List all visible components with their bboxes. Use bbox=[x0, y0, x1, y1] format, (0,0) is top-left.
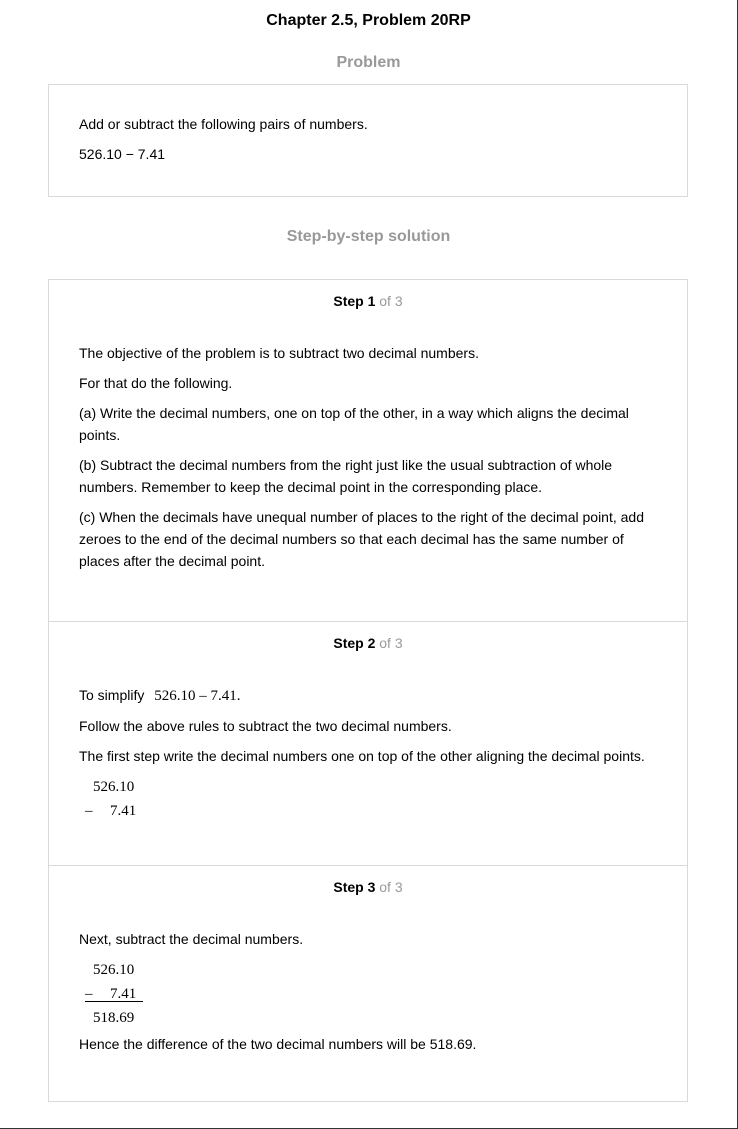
problem-heading: Problem bbox=[336, 54, 401, 71]
calc-top-number: 526.10 bbox=[93, 779, 135, 795]
step-label: Step 3 bbox=[333, 879, 376, 895]
solution-heading: Step-by-step solution bbox=[286, 228, 451, 245]
step-3-conclusion: Hence the difference of the two decimal … bbox=[79, 1036, 477, 1052]
step-2-intro-math: 526.10 – 7.41. bbox=[154, 688, 241, 704]
step-1-paragraph: (c) When the decimals have unequal numbe… bbox=[79, 509, 644, 569]
problem-box: Add or subtract the following pairs of n… bbox=[48, 84, 688, 197]
step-2-paragraph: Follow the above rules to subtract the t… bbox=[79, 718, 452, 734]
step-2-intro: To simplify 526.10 – 7.41. bbox=[79, 684, 657, 707]
step-2: Step 2 of 3 To simplify 526.10 – 7.41. F… bbox=[49, 621, 687, 865]
step-count: of 3 bbox=[379, 293, 403, 309]
problem-instruction: Add or subtract the following pairs of n… bbox=[79, 116, 368, 132]
step-label: Step 1 bbox=[333, 293, 376, 309]
step-1-paragraph: The objective of the problem is to subtr… bbox=[79, 345, 479, 361]
step-2-vertical-subtraction: 526.10 – 7.41 bbox=[85, 775, 657, 823]
step-count: of 3 bbox=[379, 635, 403, 651]
calc-top-number: 526.10 bbox=[93, 962, 135, 978]
step-1-paragraph: (b) Subtract the decimal numbers from th… bbox=[79, 457, 613, 495]
calc-minus-sign: – bbox=[85, 803, 93, 819]
step-1-paragraph: For that do the following. bbox=[79, 375, 233, 391]
step-3-vertical-subtraction: 526.10 – 7.41 518.69 bbox=[85, 958, 657, 1030]
problem-expression: 526.10 − 7.41 bbox=[79, 146, 166, 162]
calc-bottom-number: 7.41 bbox=[110, 986, 137, 1002]
step-3-header: Step 3 of 3 bbox=[49, 866, 687, 899]
page-title: Chapter 2.5, Problem 20RP bbox=[266, 12, 471, 29]
step-3: Step 3 of 3 Next, subtract the decimal n… bbox=[49, 865, 687, 1101]
step-1: Step 1 of 3 The objective of the problem… bbox=[49, 280, 687, 621]
calc-result-number: 518.69 bbox=[93, 1010, 135, 1026]
step-1-header: Step 1 of 3 bbox=[49, 280, 687, 313]
step-2-header: Step 2 of 3 bbox=[49, 622, 687, 655]
calc-bottom-number: 7.41 bbox=[110, 803, 137, 819]
step-count: of 3 bbox=[379, 879, 403, 895]
step-1-paragraph: (a) Write the decimal numbers, one on to… bbox=[79, 405, 629, 443]
calc-result-line bbox=[85, 1001, 143, 1002]
calc-minus-sign: – bbox=[85, 986, 93, 1002]
step-2-intro-text: To simplify bbox=[79, 687, 145, 703]
solution-box: Step 1 of 3 The objective of the problem… bbox=[48, 279, 688, 1102]
step-3-intro: Next, subtract the decimal numbers. bbox=[79, 931, 304, 947]
step-2-paragraph: The first step write the decimal numbers… bbox=[79, 748, 645, 764]
step-label: Step 2 bbox=[333, 635, 376, 651]
